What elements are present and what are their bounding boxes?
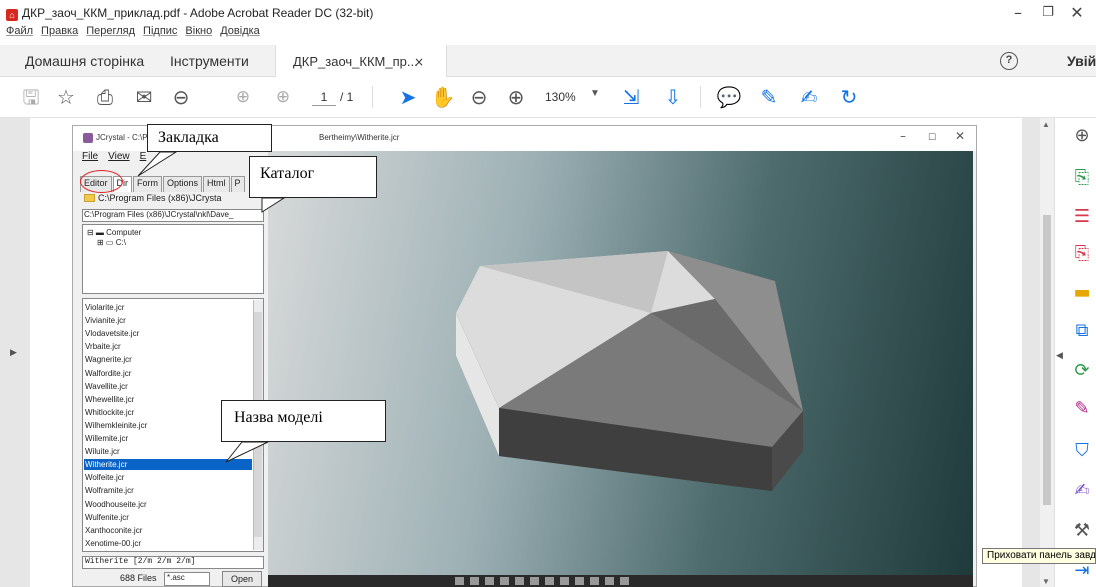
create-pdf-icon[interactable]: ⎘ [1071, 167, 1093, 189]
enhance-scan-icon[interactable]: ⟳ [1071, 360, 1093, 382]
more-tools-icon[interactable]: ⚒ [1071, 520, 1093, 542]
tooltip-hide-task-pane: Приховати панель завдань [982, 548, 1096, 564]
callout-bookmark: Закладка [147, 124, 272, 152]
catalog-pointer [261, 197, 286, 213]
bookmark-pointer [137, 151, 178, 177]
callout-catalog: Каталог [249, 156, 377, 198]
fill-sign-icon[interactable]: ✎ [1071, 398, 1093, 420]
scroll-down-icon[interactable]: ▼ [1042, 577, 1050, 586]
protect-icon[interactable]: ⛉ [1071, 440, 1093, 462]
callout-pointers [137, 151, 286, 463]
document-scroll-thumb[interactable] [1043, 215, 1051, 505]
zoom-search-tool-icon[interactable]: ⊕ [1071, 125, 1093, 147]
send-for-signature-icon[interactable]: ✍ [1071, 480, 1093, 502]
comment-tool-icon[interactable]: ▬ [1071, 282, 1093, 304]
right-panel-collapse-icon[interactable]: ◀ [1056, 350, 1063, 361]
model-name-pointer [225, 441, 269, 463]
organize-pages-icon[interactable]: ⧉ [1071, 320, 1093, 342]
combine-files-icon[interactable]: ☰ [1071, 206, 1093, 228]
scroll-up-icon[interactable]: ▲ [1042, 120, 1050, 129]
callout-model-name: Назва моделі [221, 400, 386, 442]
export-pdf-icon[interactable]: ⎘ [1071, 243, 1093, 265]
